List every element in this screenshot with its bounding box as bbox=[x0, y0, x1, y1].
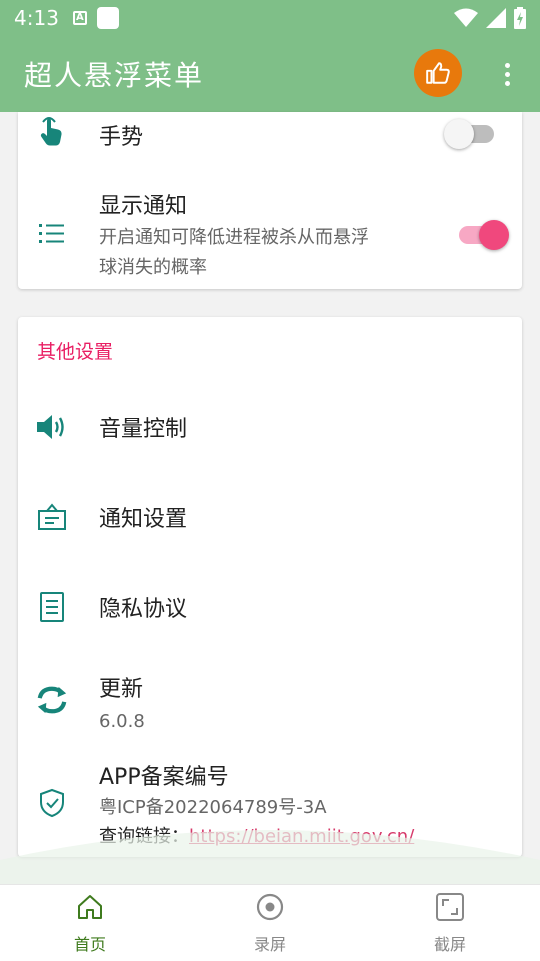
gesture-hand-icon bbox=[36, 116, 68, 148]
gesture-row[interactable]: 手势 bbox=[18, 112, 522, 156]
app-title: 超人悬浮菜单 bbox=[24, 59, 205, 92]
signal-icon bbox=[486, 8, 506, 28]
show-notification-title: 显示通知 bbox=[99, 194, 188, 219]
volume-control-row[interactable]: 音量控制 bbox=[18, 387, 522, 467]
other-settings-card: 其他设置 音量控制 通知设置 隐私协议 更新 6.0.8 APP备案编号 粤IC… bbox=[18, 317, 522, 857]
list-icon bbox=[36, 218, 68, 250]
more-dot-icon bbox=[504, 71, 510, 77]
battery-icon bbox=[514, 7, 526, 29]
bottom-navigation: 首页 录屏 截屏 bbox=[0, 884, 540, 961]
wifi-icon bbox=[454, 8, 478, 27]
volume-icon bbox=[36, 411, 68, 443]
thumbs-up-icon bbox=[426, 62, 450, 84]
version-text: 6.0.8 bbox=[99, 711, 145, 732]
status-time: 4:13 bbox=[14, 6, 59, 30]
more-dot-icon bbox=[504, 80, 510, 86]
home-icon bbox=[74, 891, 106, 923]
status-bar: 4:13 A bbox=[0, 0, 540, 36]
privacy-policy-title: 隐私协议 bbox=[99, 597, 188, 622]
volume-control-title: 音量控制 bbox=[99, 417, 188, 442]
nav-home[interactable]: 首页 bbox=[0, 885, 180, 961]
section-title: 其他设置 bbox=[37, 341, 114, 363]
app-notification-icon bbox=[96, 7, 119, 29]
show-notification-subtitle: 开启通知可降低进程被杀从而悬浮 bbox=[99, 227, 369, 248]
toggle-thumb bbox=[479, 220, 509, 250]
notification-settings-row[interactable]: 通知设置 bbox=[18, 477, 522, 557]
more-dot-icon bbox=[504, 62, 510, 68]
nav-screenshot-label: 截屏 bbox=[433, 935, 466, 954]
show-notification-subtitle: 球消失的概率 bbox=[99, 257, 207, 278]
update-row[interactable]: 更新 6.0.8 bbox=[18, 657, 522, 737]
notification-settings-title: 通知设置 bbox=[99, 507, 188, 532]
gesture-title: 手势 bbox=[99, 125, 144, 150]
refresh-icon bbox=[36, 684, 68, 716]
nav-record-screen[interactable]: 录屏 bbox=[180, 885, 360, 961]
display-settings-card: 手势 显示通知 开启通知可降低进程被杀从而悬浮 球消失的概率 bbox=[18, 112, 522, 289]
nav-screenshot[interactable]: 截屏 bbox=[360, 885, 540, 961]
record-icon bbox=[254, 891, 286, 923]
nav-record-label: 录屏 bbox=[253, 935, 286, 954]
more-options-button[interactable] bbox=[495, 56, 519, 92]
status-indicators bbox=[454, 7, 526, 29]
app-bar: 超人悬浮菜单 bbox=[0, 36, 540, 112]
privacy-policy-row[interactable]: 隐私协议 bbox=[18, 567, 522, 647]
like-button[interactable] bbox=[414, 49, 462, 97]
show-notification-row[interactable]: 显示通知 开启通知可降低进程被杀从而悬浮 球消失的概率 bbox=[18, 182, 522, 282]
decorative-curve bbox=[0, 830, 540, 890]
nav-home-label: 首页 bbox=[73, 935, 106, 954]
update-title: 更新 bbox=[99, 677, 144, 702]
toggle-thumb bbox=[444, 119, 474, 149]
icp-title: APP备案编号 bbox=[99, 765, 229, 790]
notification-settings-icon bbox=[36, 501, 68, 533]
document-icon bbox=[36, 591, 68, 623]
gesture-toggle[interactable] bbox=[444, 116, 498, 152]
screenshot-icon bbox=[434, 891, 466, 923]
text-input-notification-icon: A bbox=[72, 11, 87, 25]
show-notification-toggle[interactable] bbox=[455, 217, 509, 253]
